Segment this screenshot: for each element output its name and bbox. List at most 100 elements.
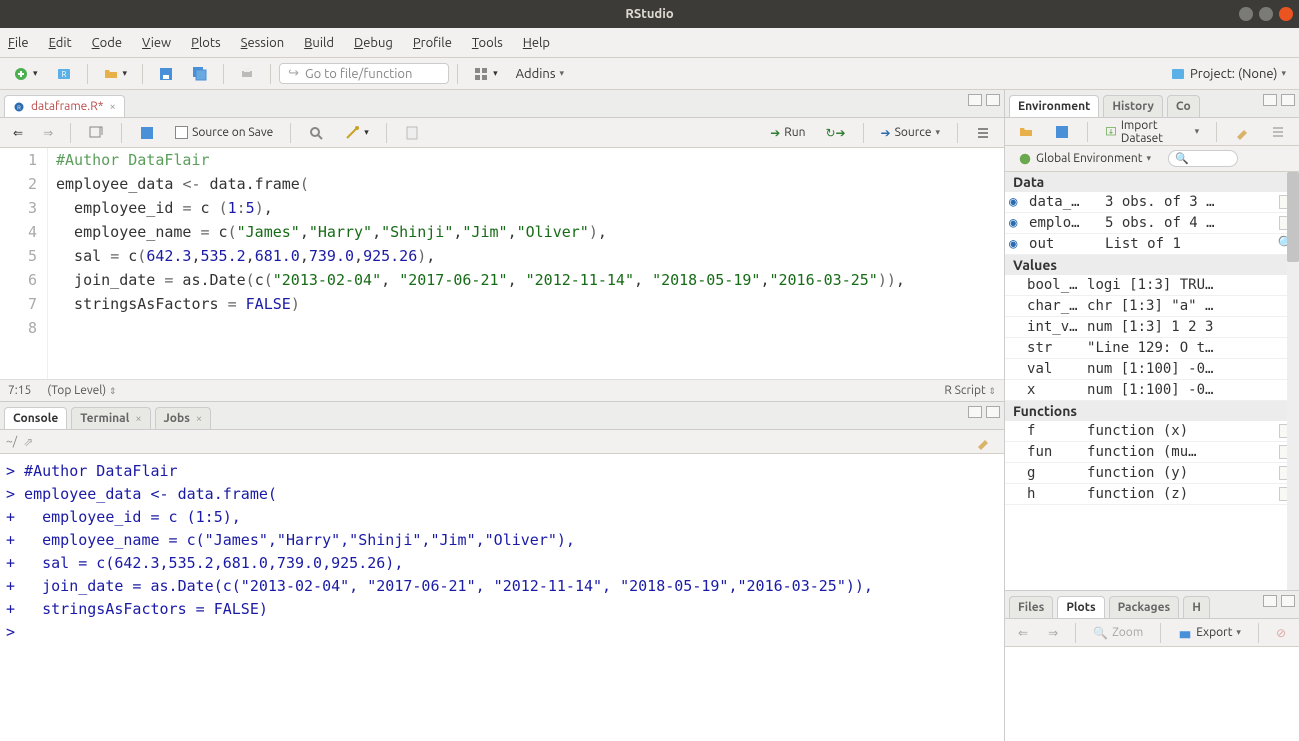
env-var-value: 3 obs. of 3 … xyxy=(1105,194,1275,210)
save-source-button[interactable] xyxy=(132,122,162,144)
window-maximize[interactable] xyxy=(1259,7,1273,21)
env-row[interactable]: str"Line 129: O t… xyxy=(1005,338,1299,359)
clear-env-button[interactable] xyxy=(1227,121,1257,143)
maximize-pane-icon[interactable] xyxy=(986,94,1000,106)
expand-icon[interactable]: ◉ xyxy=(1009,236,1023,252)
minimize-pane-icon[interactable] xyxy=(968,94,982,106)
env-row[interactable]: funfunction (mu… xyxy=(1005,442,1299,463)
disk-icon xyxy=(1054,124,1070,140)
code-area[interactable]: #Author DataFlair employee_data <- data.… xyxy=(48,148,1004,379)
plots-tab-files[interactable]: Files xyxy=(1009,596,1053,618)
console-wd-popout-icon[interactable]: ⇗ xyxy=(23,435,33,449)
globe-icon xyxy=(1018,151,1032,167)
env-list-view-button[interactable] xyxy=(1263,121,1293,143)
close-tab-icon[interactable]: × xyxy=(109,101,115,113)
file-type-selector[interactable]: R Script ⇕ xyxy=(944,384,996,397)
environment-list[interactable]: Data◉data_…3 obs. of 3 …◉emplo…5 obs. of… xyxy=(1005,172,1299,590)
menu-code[interactable]: Code xyxy=(92,36,122,50)
menu-help[interactable]: Help xyxy=(523,36,550,50)
env-tab-co[interactable]: Co xyxy=(1167,95,1200,117)
plots-tab-packages[interactable]: Packages xyxy=(1109,596,1180,618)
menu-file[interactable]: File xyxy=(8,36,29,50)
env-row[interactable]: char_…chr [1:3] "a" … xyxy=(1005,296,1299,317)
menu-build[interactable]: Build xyxy=(304,36,334,50)
env-tab-history[interactable]: History xyxy=(1103,95,1163,117)
plots-tab-plots[interactable]: Plots xyxy=(1057,596,1104,618)
plot-next-button[interactable]: ⇒ xyxy=(1041,623,1065,643)
new-file-button[interactable]: ▾ xyxy=(6,63,45,85)
menu-view[interactable]: View xyxy=(142,36,171,50)
window-minimize[interactable] xyxy=(1239,7,1253,21)
env-row[interactable]: ◉outList of 1🔍 xyxy=(1005,234,1299,255)
maximize-env-icon[interactable] xyxy=(1281,94,1295,106)
env-row[interactable]: valnum [1:100] -0… xyxy=(1005,359,1299,380)
env-row[interactable]: bool_…logi [1:3] TRU… xyxy=(1005,275,1299,296)
menu-plots[interactable]: Plots xyxy=(191,36,221,50)
project-menu[interactable]: Project: (None) xyxy=(1163,63,1293,85)
menu-debug[interactable]: Debug xyxy=(354,36,393,50)
load-workspace-button[interactable] xyxy=(1011,121,1041,143)
source-button[interactable]: ➔ Source xyxy=(874,123,947,143)
find-button[interactable] xyxy=(301,122,331,144)
maximize-console-icon[interactable] xyxy=(986,406,1000,418)
env-var-value: function (y) xyxy=(1087,465,1275,481)
code-tools-button[interactable]: ▾ xyxy=(337,122,376,144)
print-button[interactable] xyxy=(232,63,262,85)
menu-tools[interactable]: Tools xyxy=(472,36,503,50)
console-tab-console[interactable]: Console xyxy=(4,407,67,429)
close-tab-icon[interactable]: × xyxy=(196,413,202,425)
zoom-button[interactable]: 🔍 Zoom xyxy=(1086,623,1150,643)
import-dataset-button[interactable]: Import Dataset xyxy=(1098,116,1206,148)
save-workspace-button[interactable] xyxy=(1047,121,1077,143)
save-all-button[interactable] xyxy=(185,63,215,85)
expand-icon[interactable]: ◉ xyxy=(1009,194,1023,210)
run-button[interactable]: ➔ Run xyxy=(763,123,812,143)
goto-file-input[interactable]: ↪ Go to file/function xyxy=(279,63,449,84)
export-button[interactable]: Export xyxy=(1171,622,1248,644)
minimize-plots-icon[interactable] xyxy=(1263,595,1277,607)
back-button[interactable]: ⇐ xyxy=(6,123,30,143)
env-row[interactable]: ◉data_…3 obs. of 3 … xyxy=(1005,192,1299,213)
env-scrollbar[interactable] xyxy=(1287,172,1299,590)
env-tab-environment[interactable]: Environment xyxy=(1009,95,1099,117)
remove-plot-button[interactable]: ⊘ xyxy=(1269,623,1293,643)
env-row[interactable]: int_v…num [1:3] 1 2 3 xyxy=(1005,317,1299,338)
env-row[interactable]: xnum [1:100] -0… xyxy=(1005,380,1299,401)
source-on-save-checkbox[interactable]: Source on Save xyxy=(168,123,280,142)
minimize-console-icon[interactable] xyxy=(968,406,982,418)
env-var-name: bool_… xyxy=(1009,277,1083,293)
grid-button[interactable]: ▾ xyxy=(466,63,505,85)
outline-button[interactable] xyxy=(968,122,998,144)
show-in-new-window-button[interactable] xyxy=(81,122,111,144)
forward-button[interactable]: ⇒ xyxy=(36,123,60,143)
rerun-button[interactable]: ↻➔ xyxy=(818,123,852,143)
env-row[interactable]: gfunction (y) xyxy=(1005,463,1299,484)
code-editor[interactable]: 12345678 #Author DataFlair employee_data… xyxy=(0,148,1004,379)
expand-icon[interactable]: ◉ xyxy=(1009,215,1023,231)
scope-selector[interactable]: (Top Level) ⇕ xyxy=(47,384,116,397)
env-scope-selector[interactable]: Global Environment xyxy=(1011,148,1158,170)
console-output[interactable]: > #Author DataFlair > employee_data <- d… xyxy=(0,454,1004,741)
save-button[interactable] xyxy=(151,63,181,85)
menu-profile[interactable]: Profile xyxy=(413,36,452,50)
open-file-button[interactable]: ▾ xyxy=(96,63,135,85)
plot-prev-button[interactable]: ⇐ xyxy=(1011,623,1035,643)
minimize-env-icon[interactable] xyxy=(1263,94,1277,106)
console-tab-terminal[interactable]: Terminal × xyxy=(71,407,150,429)
compile-report-button[interactable] xyxy=(397,122,427,144)
source-tab-dataframe[interactable]: R dataframe.R* × xyxy=(4,95,125,117)
env-row[interactable]: ffunction (x) xyxy=(1005,421,1299,442)
clear-console-button[interactable] xyxy=(968,431,998,453)
env-row[interactable]: hfunction (z) xyxy=(1005,484,1299,505)
addins-button[interactable]: Addins xyxy=(509,64,571,84)
env-row[interactable]: ◉emplo…5 obs. of 4 … xyxy=(1005,213,1299,234)
console-tab-jobs[interactable]: Jobs × xyxy=(155,407,212,429)
menu-session[interactable]: Session xyxy=(241,36,284,50)
close-tab-icon[interactable]: × xyxy=(135,413,141,425)
env-search-input[interactable]: 🔍 xyxy=(1168,150,1238,167)
maximize-plots-icon[interactable] xyxy=(1281,595,1295,607)
plots-tab-h[interactable]: H xyxy=(1183,596,1210,618)
menu-edit[interactable]: Edit xyxy=(49,36,72,50)
new-project-button[interactable]: R xyxy=(49,63,79,85)
window-close[interactable] xyxy=(1279,7,1293,21)
